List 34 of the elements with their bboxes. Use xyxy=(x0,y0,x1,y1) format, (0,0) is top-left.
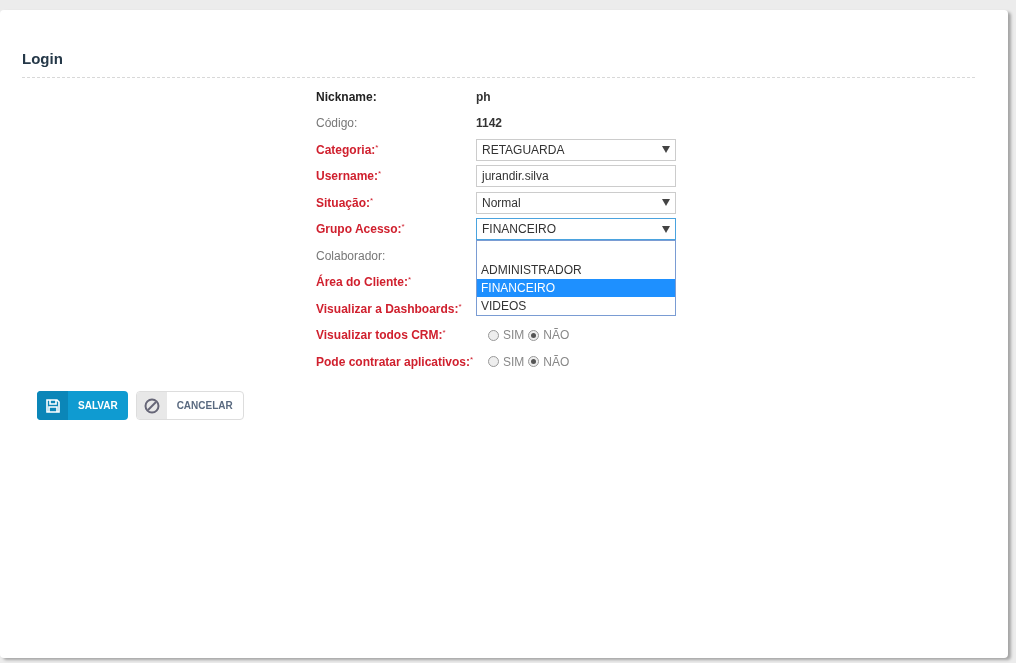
field-label: Visualizar a Dashboards:$^{*}$ xyxy=(316,300,463,317)
radio-button[interactable] xyxy=(488,329,499,341)
radio-button[interactable] xyxy=(528,329,540,341)
radio-label: NÃO xyxy=(543,353,570,371)
input-field[interactable]: jurandir.silva xyxy=(476,165,676,188)
caret-icon xyxy=(662,199,670,207)
radio-button[interactable] xyxy=(528,356,540,368)
field-label: Colaborador: xyxy=(316,247,387,264)
radio-label: NÃO xyxy=(543,327,570,345)
field-label: Username:$^{*}$ xyxy=(316,168,383,185)
caret-icon xyxy=(662,225,670,233)
field-label: Área do Cliente:$^{*}$ xyxy=(316,274,413,291)
field-value: ph xyxy=(476,88,491,106)
dropdown-option[interactable]: ADMINISTRADOR xyxy=(477,261,675,279)
field-label: Nickname: xyxy=(316,88,378,105)
radio-button[interactable] xyxy=(488,356,499,368)
dropdown-option[interactable]: VIDEOS xyxy=(477,297,675,315)
dropdown-select[interactable]: RETAGUARDA xyxy=(476,138,676,161)
ban-icon xyxy=(143,397,160,414)
dropdown-select[interactable]: Normal xyxy=(476,191,676,214)
field-label: Visualizar todos CRM:$^{*}$ xyxy=(316,327,447,344)
field-label: Código: xyxy=(316,115,359,132)
field-label: Grupo Acesso:$^{*}$ xyxy=(316,221,406,238)
section-title: Login xyxy=(22,49,63,69)
save-icon xyxy=(45,398,60,413)
radio-label: SIM xyxy=(503,353,525,371)
caret-icon xyxy=(662,146,670,154)
cancel-button[interactable]: CANCELAR xyxy=(135,391,244,420)
field-label: Situação:$^{*}$ xyxy=(316,194,375,211)
field-label: Pode contratar aplicativos:$^{*}$ xyxy=(316,353,475,370)
radio-label: SIM xyxy=(503,327,525,345)
field-value: 1142 xyxy=(476,115,503,133)
dropdown-select[interactable]: FINANCEIRO xyxy=(476,218,676,241)
field-label: Categoria:$^{*}$ xyxy=(316,141,380,158)
